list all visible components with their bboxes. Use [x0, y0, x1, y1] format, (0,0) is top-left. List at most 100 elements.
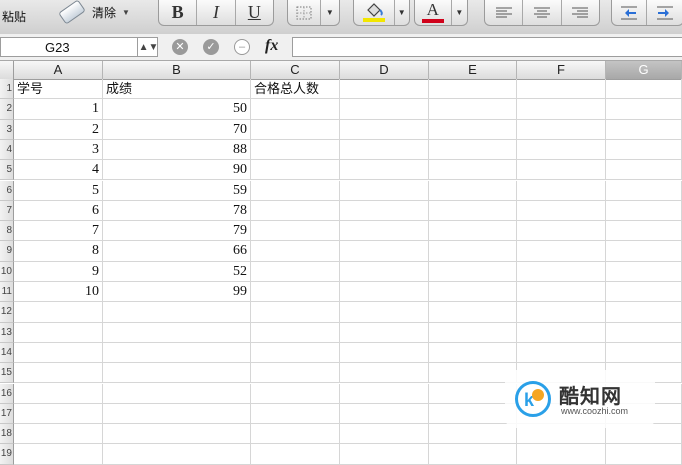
select-all-corner[interactable] [0, 61, 14, 79]
cell-f[interactable] [517, 261, 606, 282]
cell-c[interactable] [251, 261, 340, 282]
cell-e[interactable] [429, 383, 517, 404]
cell-f[interactable] [517, 342, 606, 364]
column-header-g[interactable]: G [606, 61, 682, 79]
cell-e[interactable] [429, 282, 517, 303]
cell-d[interactable] [340, 160, 429, 181]
cell-e[interactable] [429, 221, 517, 242]
paste-button[interactable]: 粘贴 [2, 8, 26, 25]
cell-d[interactable] [340, 221, 429, 242]
cell-f[interactable] [517, 302, 606, 323]
cell-e[interactable] [429, 241, 517, 262]
cell-e[interactable] [429, 119, 517, 140]
cell-g[interactable] [606, 79, 682, 100]
row-header[interactable]: 10 [0, 261, 14, 282]
cell-e[interactable] [429, 180, 517, 201]
cell-c[interactable] [251, 119, 340, 140]
cell-e[interactable] [429, 160, 517, 181]
column-header-a[interactable]: A [14, 61, 103, 79]
cell-c[interactable] [251, 99, 340, 120]
cell-a[interactable]: 5 [14, 180, 103, 201]
cell-g[interactable] [606, 241, 682, 262]
cell-c[interactable] [251, 200, 340, 222]
cell-a[interactable] [14, 363, 103, 384]
cell-b[interactable]: 70 [103, 119, 251, 140]
cell-a[interactable]: 4 [14, 160, 103, 181]
increase-indent-button[interactable] [647, 0, 682, 25]
cell-a[interactable]: 6 [14, 200, 103, 222]
cell-b[interactable]: 88 [103, 139, 251, 161]
cell-a[interactable]: 10 [14, 282, 103, 303]
cell-a[interactable]: 2 [14, 119, 103, 140]
cell-d[interactable] [340, 261, 429, 282]
cell-c[interactable] [251, 383, 340, 404]
borders-button[interactable] [288, 0, 321, 25]
cell-d[interactable] [340, 139, 429, 161]
column-header-c[interactable]: C [251, 61, 340, 79]
cell-b[interactable] [103, 322, 251, 343]
cell-b[interactable]: 59 [103, 180, 251, 201]
cell-a[interactable]: 8 [14, 241, 103, 262]
cell-d[interactable] [340, 424, 429, 445]
cell-b[interactable]: 52 [103, 261, 251, 282]
cell-a[interactable]: 学号 [14, 79, 103, 100]
cell-c[interactable] [251, 241, 340, 262]
decrease-indent-button[interactable] [612, 0, 648, 25]
cell-f[interactable] [517, 79, 606, 100]
name-box[interactable]: G23 ▲▼ [0, 37, 158, 57]
cell-d[interactable] [340, 403, 429, 425]
row-header[interactable]: 12 [0, 302, 14, 323]
cell-b[interactable]: 90 [103, 160, 251, 181]
column-header-e[interactable]: E [429, 61, 517, 79]
row-header[interactable]: 4 [0, 139, 14, 161]
cell-f[interactable] [517, 241, 606, 262]
cell-d[interactable] [340, 342, 429, 364]
cell-g[interactable] [606, 180, 682, 201]
cell-e[interactable] [429, 403, 517, 425]
italic-button[interactable]: I [197, 0, 236, 25]
cell-b[interactable] [103, 424, 251, 445]
clear-button[interactable]: 清除 ▼ [58, 0, 130, 25]
cell-g[interactable] [606, 221, 682, 242]
row-header[interactable]: 13 [0, 322, 14, 343]
cell-c[interactable] [251, 342, 340, 364]
row-header[interactable]: 11 [0, 282, 14, 303]
cell-b[interactable]: 成绩 [103, 79, 251, 100]
cell-d[interactable] [340, 200, 429, 222]
cell-g[interactable] [606, 139, 682, 161]
cell-e[interactable] [429, 79, 517, 100]
cell-d[interactable] [340, 363, 429, 384]
cell-a[interactable] [14, 322, 103, 343]
row-header[interactable]: 8 [0, 221, 14, 242]
row-header[interactable]: 7 [0, 200, 14, 222]
cell-b[interactable]: 50 [103, 99, 251, 120]
cell-e[interactable] [429, 261, 517, 282]
cell-g[interactable] [606, 322, 682, 343]
row-header[interactable]: 1 [0, 79, 14, 100]
font-color-dropdown-icon[interactable]: ▼ [452, 0, 467, 25]
row-header[interactable]: 3 [0, 119, 14, 140]
cell-c[interactable] [251, 403, 340, 425]
cell-d[interactable] [340, 241, 429, 262]
bold-button[interactable]: B [159, 0, 198, 25]
cell-b[interactable] [103, 403, 251, 425]
confirm-icon[interactable]: ✓ [203, 39, 219, 55]
cell-b[interactable]: 78 [103, 200, 251, 222]
cell-f[interactable] [517, 160, 606, 181]
cell-a[interactable] [14, 302, 103, 323]
cell-a[interactable] [14, 424, 103, 445]
cell-d[interactable] [340, 302, 429, 323]
cell-e[interactable] [429, 363, 517, 384]
cell-d[interactable] [340, 180, 429, 201]
cell-d[interactable] [340, 119, 429, 140]
cell-a[interactable] [14, 403, 103, 425]
cell-b[interactable]: 66 [103, 241, 251, 262]
cell-c[interactable]: 合格总人数 [251, 79, 340, 100]
cell-g[interactable] [606, 160, 682, 181]
cell-e[interactable] [429, 139, 517, 161]
cell-a[interactable]: 1 [14, 99, 103, 120]
cell-b[interactable]: 79 [103, 221, 251, 242]
align-left-button[interactable] [485, 0, 524, 25]
cell-f[interactable] [517, 221, 606, 242]
cell-c[interactable] [251, 424, 340, 445]
